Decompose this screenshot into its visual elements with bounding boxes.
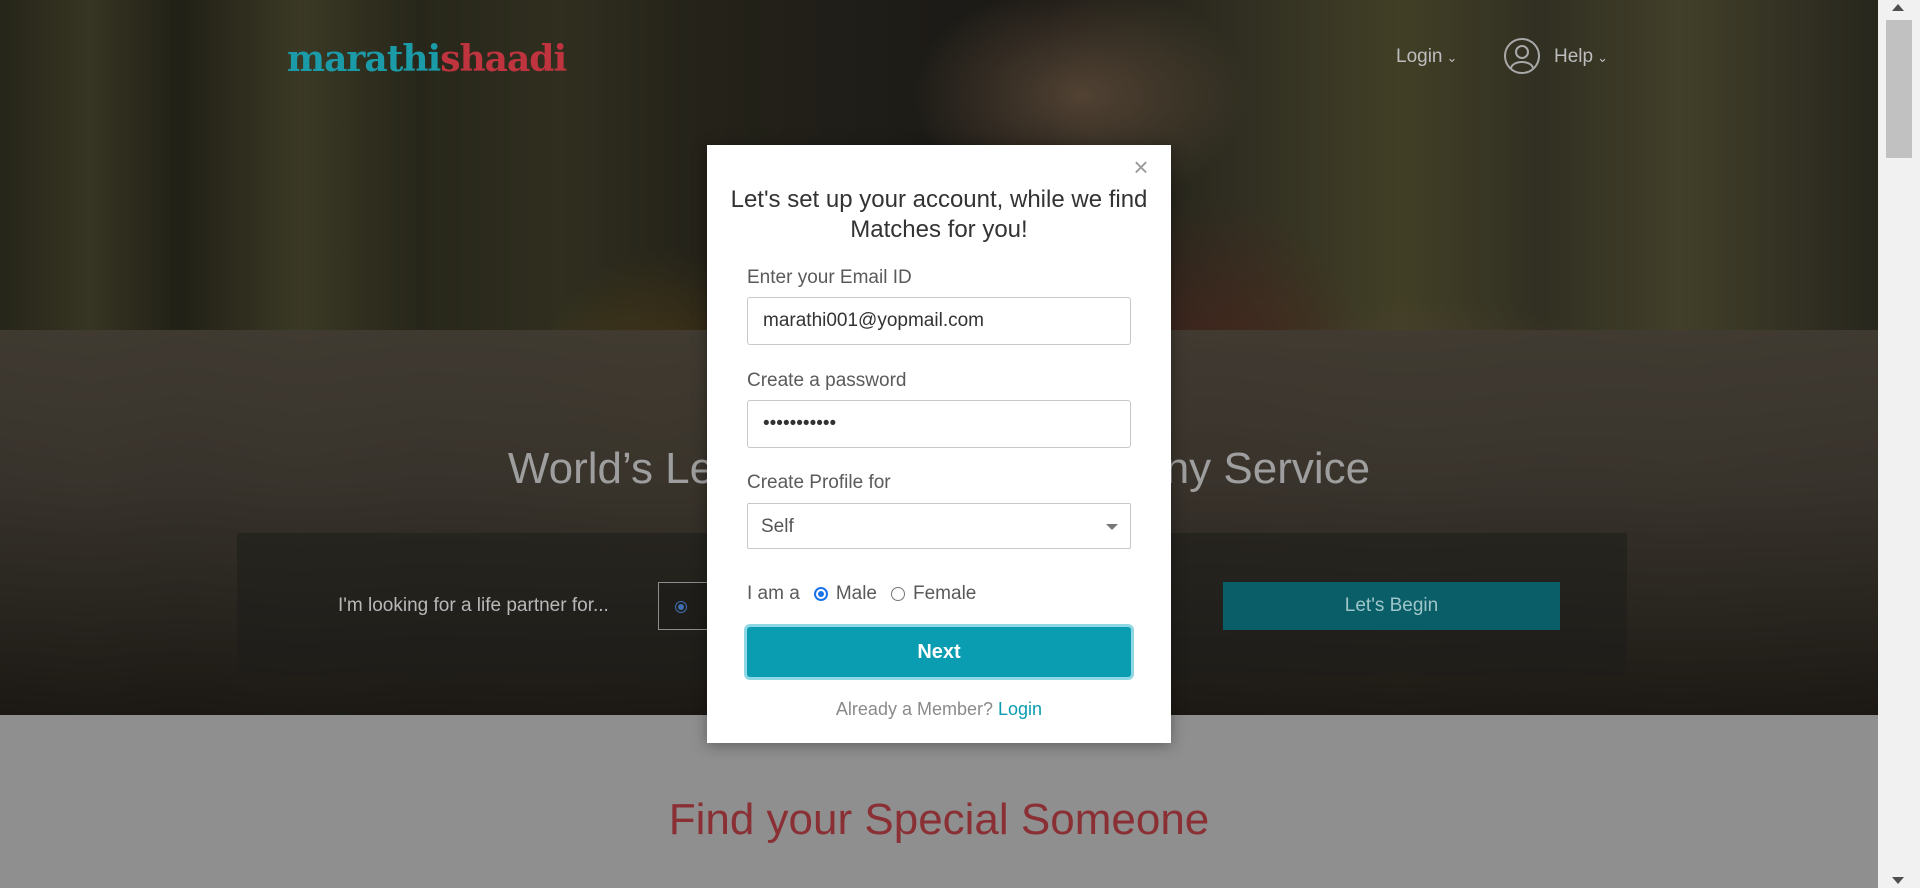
profile-for-label: Create Profile for bbox=[747, 472, 891, 493]
nav-login-menu[interactable]: Login ⌄ bbox=[1396, 46, 1457, 68]
gender-female-radio[interactable] bbox=[891, 587, 905, 601]
find-special-heading: Find your Special Someone bbox=[668, 795, 1210, 844]
chevron-down-icon: ⌄ bbox=[1597, 50, 1608, 65]
gender-male-label[interactable]: Male bbox=[836, 583, 877, 605]
logo-text-marathi: marathi bbox=[287, 38, 441, 80]
password-field[interactable]: ••••••••••• bbox=[747, 400, 1131, 448]
password-label: Create a password bbox=[747, 370, 907, 391]
nav-help-label: Help bbox=[1554, 46, 1594, 67]
gender-female-label[interactable]: Female bbox=[913, 583, 976, 605]
gender-male-radio[interactable] bbox=[813, 587, 828, 601]
signup-modal: × Let's set up your account, while we fi… bbox=[707, 145, 1171, 743]
nav-help-menu[interactable]: Help ⌄ bbox=[1554, 46, 1608, 68]
page-scrollbar[interactable] bbox=[1878, 0, 1920, 888]
profile-for-value: Self bbox=[761, 516, 794, 537]
scroll-up-icon[interactable] bbox=[1892, 4, 1904, 11]
gender-label: I am a bbox=[747, 583, 800, 604]
close-icon[interactable]: × bbox=[1131, 154, 1151, 180]
scroll-down-icon[interactable] bbox=[1892, 877, 1904, 884]
logo-text-shaadi: shaadi bbox=[440, 38, 567, 80]
already-member-text: Already a Member? Login bbox=[707, 699, 1171, 720]
modal-title: Let's set up your account, while we find… bbox=[730, 186, 1148, 243]
looking-for-label: I'm looking for a life partner for... bbox=[338, 595, 609, 616]
nav-login-label: Login bbox=[1396, 46, 1443, 67]
email-label: Enter your Email ID bbox=[747, 267, 912, 288]
scroll-thumb[interactable] bbox=[1886, 20, 1912, 158]
email-field[interactable] bbox=[747, 297, 1131, 345]
login-link[interactable]: Login bbox=[998, 699, 1042, 719]
already-member-label: Already a Member? bbox=[835, 699, 993, 719]
lets-begin-button[interactable]: Let's Begin bbox=[1223, 582, 1560, 630]
site-logo[interactable]: marathishaadi bbox=[287, 38, 567, 80]
radio-icon bbox=[675, 601, 687, 613]
next-button[interactable]: Next bbox=[747, 627, 1131, 677]
chevron-down-icon: ⌄ bbox=[1446, 50, 1458, 65]
hero-title-left: World’s Le bbox=[507, 444, 715, 493]
profile-for-dropdown[interactable]: Self bbox=[747, 503, 1131, 549]
caret-down-icon bbox=[1106, 524, 1118, 530]
gender-group: I am a Male Female bbox=[747, 583, 976, 605]
user-icon[interactable] bbox=[1504, 38, 1540, 74]
